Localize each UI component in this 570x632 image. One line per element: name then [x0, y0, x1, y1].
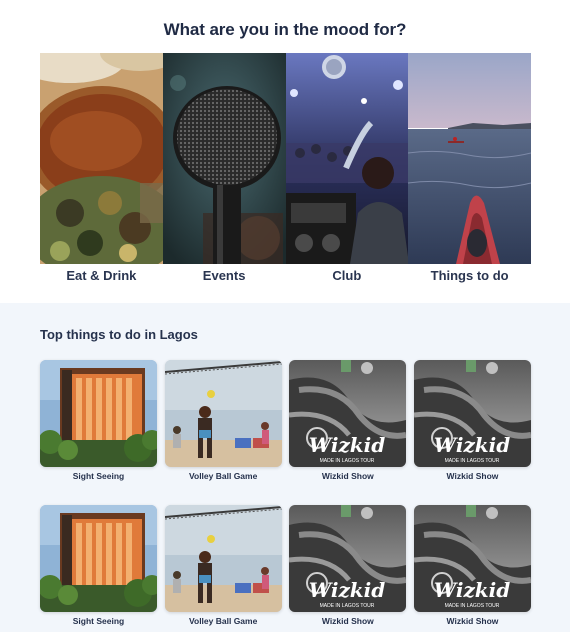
activity-label: Sight Seeing: [72, 471, 125, 481]
activity-label: Sight Seeing: [72, 616, 125, 626]
wizkid-poster-image: Wizkid MADE IN LAGOS TOUR: [289, 505, 407, 612]
poster-brand: Wizkid: [309, 578, 386, 602]
volleyball-image: [164, 505, 282, 612]
activity-label: Wizkid Show: [446, 616, 499, 626]
poster-tagline: MADE IN LAGOS TOUR: [320, 458, 375, 464]
poster-brand: Wizkid: [434, 433, 511, 457]
activity-card[interactable]: Wizkid MADE IN LAGOS TOUR Wizkid Show: [413, 505, 531, 626]
activity-label: Volley Ball Game: [188, 616, 258, 626]
food-image: [40, 53, 163, 264]
activity-row: Sight Seeing Volley Ball Game Wizkid MAD…: [40, 360, 531, 481]
mood-card-things-to-do[interactable]: [408, 53, 531, 264]
microphone-image: [162, 53, 286, 264]
wizkid-poster-image: Wizkid MADE IN LAGOS TOUR: [413, 505, 531, 612]
mood-label-events[interactable]: Events: [163, 268, 286, 283]
wizkid-poster-image: Wizkid MADE IN LAGOS TOUR: [413, 360, 531, 467]
activity-card[interactable]: Sight Seeing: [40, 360, 157, 481]
top-things-section: Top things to do in Lagos Sight Seeing V…: [0, 303, 570, 632]
activity-label: Wizkid Show: [446, 471, 499, 481]
poster-tagline: MADE IN LAGOS TOUR: [445, 603, 500, 609]
activity-card[interactable]: Volley Ball Game: [164, 505, 282, 626]
poster-tagline: MADE IN LAGOS TOUR: [320, 603, 375, 609]
activity-image: [40, 360, 157, 467]
wizkid-poster-image: Wizkid MADE IN LAGOS TOUR: [289, 360, 407, 467]
mood-label-club[interactable]: Club: [286, 268, 409, 283]
activity-label: Wizkid Show: [321, 616, 374, 626]
activity-image: Wizkid MADE IN LAGOS TOUR: [413, 360, 531, 467]
activity-grid: Sight Seeing Volley Ball Game Wizkid MAD…: [40, 360, 531, 632]
activity-image: Wizkid MADE IN LAGOS TOUR: [289, 360, 407, 467]
activity-card[interactable]: Volley Ball Game: [164, 360, 282, 481]
poster-brand: Wizkid: [434, 578, 511, 602]
activity-card[interactable]: Wizkid MADE IN LAGOS TOUR Wizkid Show: [413, 360, 531, 481]
activity-image: Wizkid MADE IN LAGOS TOUR: [413, 505, 531, 612]
club-image: [285, 53, 409, 264]
mood-label-things-to-do[interactable]: Things to do: [408, 268, 531, 283]
mood-label-eat-drink[interactable]: Eat & Drink: [40, 268, 163, 283]
volleyball-image: [164, 360, 282, 467]
activity-image: Wizkid MADE IN LAGOS TOUR: [289, 505, 407, 612]
activity-card[interactable]: Sight Seeing: [40, 505, 157, 626]
activity-row: Sight Seeing Volley Ball Game Wizkid MAD…: [40, 505, 531, 626]
activity-card[interactable]: Wizkid MADE IN LAGOS TOUR Wizkid Show: [289, 505, 407, 626]
mood-label-row: Eat & Drink Events Club Things to do: [40, 268, 531, 283]
activity-label: Wizkid Show: [321, 471, 374, 481]
mood-card-club[interactable]: [285, 53, 409, 264]
activity-image: [164, 360, 282, 467]
activity-image: [40, 505, 157, 612]
activity-image: [164, 505, 282, 612]
kayak-image: [408, 53, 531, 264]
poster-tagline: MADE IN LAGOS TOUR: [445, 458, 500, 464]
mood-category-strip: [40, 53, 531, 264]
building-image: [40, 505, 157, 612]
mood-card-events[interactable]: [162, 53, 286, 264]
section-title: Top things to do in Lagos: [40, 327, 198, 342]
activity-card[interactable]: Wizkid MADE IN LAGOS TOUR Wizkid Show: [289, 360, 407, 481]
activity-label: Volley Ball Game: [188, 471, 258, 481]
mood-title: What are you in the mood for?: [163, 20, 407, 39]
building-image: [40, 360, 157, 467]
poster-brand: Wizkid: [309, 433, 386, 457]
mood-card-eat-drink[interactable]: [40, 53, 163, 264]
